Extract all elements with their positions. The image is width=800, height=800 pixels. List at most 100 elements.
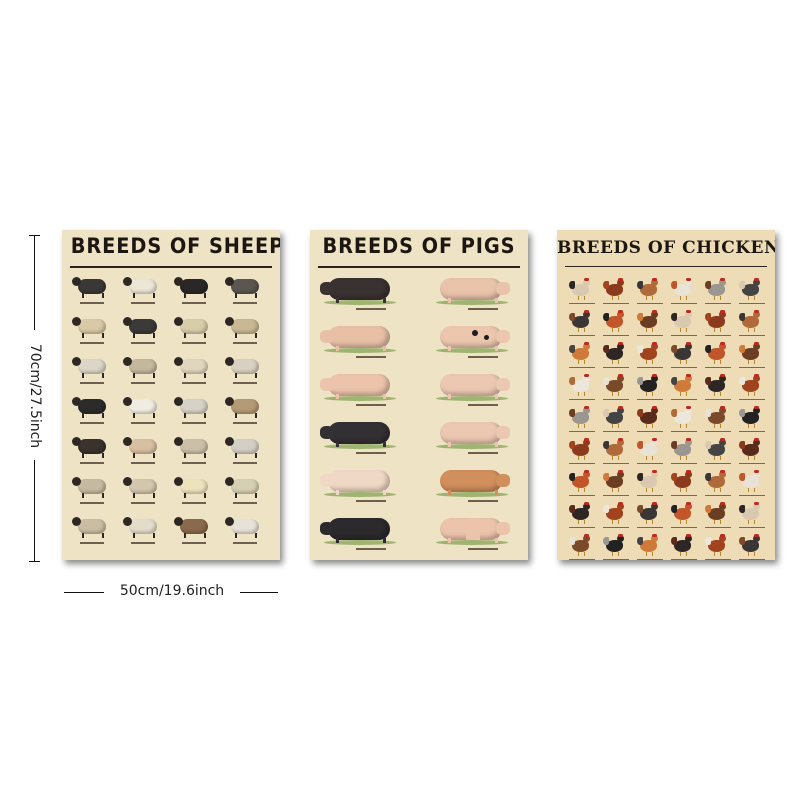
breed-label-line [637, 527, 663, 528]
sheep-head [225, 437, 234, 446]
sheep-legs [82, 373, 104, 378]
breed-label-line [603, 431, 629, 432]
sheep-body [180, 439, 208, 454]
breed-label-line [233, 342, 257, 344]
chicken-tail [705, 409, 711, 417]
sheep-illustration [123, 314, 163, 338]
chicken-legs [646, 328, 653, 332]
breed-label-line [569, 495, 595, 496]
sheep-legs [133, 413, 155, 418]
sheep-head [123, 437, 132, 446]
sheep-illustration [72, 274, 112, 298]
chicken-legs [612, 424, 619, 428]
chicken-comb [754, 278, 759, 281]
chicken-comb [720, 438, 725, 441]
chicken-tail [569, 345, 575, 353]
breed-label-line [705, 399, 731, 400]
chicken-illustration [671, 278, 695, 300]
chicken-tail [739, 537, 745, 545]
chicken-legs [680, 360, 687, 364]
chicken-legs [578, 392, 585, 396]
pig-head [320, 522, 334, 535]
sheep-illustration [174, 274, 214, 298]
chicken-legs [578, 296, 585, 300]
breed-label-line [637, 495, 663, 496]
sheep-legs [235, 333, 257, 338]
chicken-illustration [569, 278, 593, 300]
chicken-tail [671, 377, 677, 385]
chicken-illustration [739, 438, 763, 460]
breed-label-line [671, 527, 697, 528]
sheep-illustration [72, 394, 112, 418]
sheep-head [72, 277, 81, 286]
breed-label-line [671, 367, 697, 368]
breed-label-line [569, 303, 595, 304]
chicken-tail [637, 377, 643, 385]
chicken-illustration [569, 438, 593, 460]
sheep-head [123, 277, 132, 286]
chicken-tail [705, 537, 711, 545]
breed-label-line [356, 308, 386, 310]
chicken-illustration [603, 470, 627, 492]
chicken-comb [584, 374, 589, 377]
chicken-comb [686, 278, 691, 281]
pig-legs [448, 394, 498, 399]
chicken-illustration [637, 374, 661, 396]
pig-illustration [320, 272, 400, 306]
chicken-illustration [671, 534, 695, 556]
chicken-legs [748, 456, 755, 460]
chicken-illustration [671, 406, 695, 428]
pig-legs [336, 298, 386, 303]
chicken-legs [680, 296, 687, 300]
sheep-legs [184, 413, 206, 418]
chicken-illustration [603, 438, 627, 460]
chicken-comb [584, 406, 589, 409]
chicken-comb [754, 438, 759, 441]
chicken-tail [705, 441, 711, 449]
chicken-tail [739, 441, 745, 449]
pig-body [440, 374, 502, 396]
breed-label-line [356, 452, 386, 454]
sheep-body [78, 519, 106, 534]
height-dimension-label: 70cm/27.5inch [27, 343, 43, 449]
chicken-legs [714, 520, 721, 524]
sheep-illustration [174, 474, 214, 498]
breed-label-line [182, 502, 206, 504]
chicken-illustration [671, 502, 695, 524]
sheep-legs [133, 293, 155, 298]
pig-head [496, 378, 510, 391]
chicken-illustration [705, 502, 729, 524]
chicken-tail [603, 281, 609, 289]
breed-label-line [356, 500, 386, 502]
chicken-illustration [603, 534, 627, 556]
breed-label-line [739, 303, 765, 304]
sheep-illustration [72, 434, 112, 458]
chicken-tail [739, 377, 745, 385]
breed-label-line [468, 548, 498, 550]
pig-legs [336, 346, 386, 351]
chicken-comb [686, 310, 691, 313]
chicken-comb [584, 278, 589, 281]
pig-head [496, 426, 510, 439]
breed-label-line [80, 462, 104, 464]
chicken-tail [637, 313, 643, 321]
chicken-legs [578, 520, 585, 524]
chicken-tail [739, 409, 745, 417]
chicken-legs [680, 424, 687, 428]
breed-label-line [603, 335, 629, 336]
chicken-breeds-poster: BREEDS OF CHICKEN [557, 230, 775, 560]
breed-label-line [569, 463, 595, 464]
sheep-body [180, 279, 208, 294]
breed-label-line [603, 399, 629, 400]
breed-label-line [233, 422, 257, 424]
breed-label-line [233, 542, 257, 544]
sheep-body [78, 279, 106, 294]
chicken-comb [720, 534, 725, 537]
pig-head [320, 426, 334, 439]
chicken-legs [612, 456, 619, 460]
breed-label-line [739, 367, 765, 368]
chicken-tail [637, 409, 643, 417]
pig-body [328, 374, 390, 396]
chicken-illustration [739, 502, 763, 524]
chicken-legs [714, 296, 721, 300]
